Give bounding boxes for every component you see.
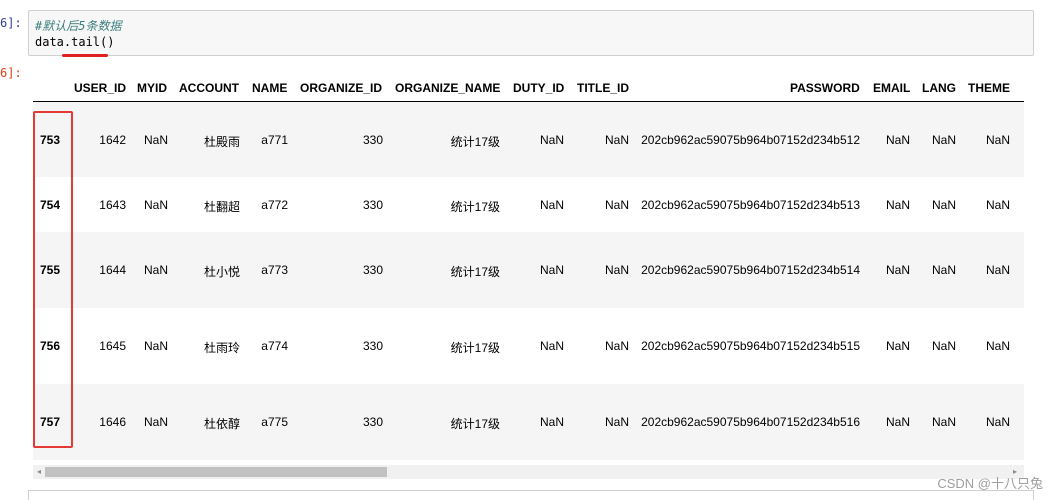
cell-password: 202cb962ac59075b964b07152d234b515 (641, 339, 860, 353)
output-prompt: 6]: (0, 66, 22, 80)
cell-email: NaN (885, 263, 910, 277)
column-header-myid: MYID (137, 81, 167, 95)
code-comment: #默认后5条数据 (35, 19, 122, 33)
cell-account: 杜雨玲 (203, 341, 240, 355)
cell-theme: NaN (985, 339, 1010, 353)
cell-email: NaN (885, 133, 910, 147)
dataframe-output: USER_ID MYID ACCOUNT NAME ORGANIZE_ID OR… (33, 74, 1024, 463)
column-header-organize-name: ORGANIZE_NAME (395, 81, 501, 95)
index-highlight-box (33, 111, 73, 448)
cell-organize-id: 330 (362, 133, 383, 147)
cell-email: NaN (885, 198, 910, 212)
cell-theme: NaN (985, 133, 1010, 147)
cell-theme: NaN (985, 263, 1010, 277)
cell-password: 202cb962ac59075b964b07152d234b516 (641, 415, 860, 429)
cell-name: a774 (261, 339, 288, 353)
column-header-name: NAME (252, 81, 288, 95)
horizontal-scrollbar[interactable]: ◂ ▸ (33, 465, 1024, 479)
cell-organize-id: 330 (362, 198, 383, 212)
cell-myid: NaN (143, 263, 168, 277)
cell-user-id: 1644 (99, 263, 126, 277)
cell-theme: NaN (985, 198, 1010, 212)
code-input-cell[interactable]: #默认后5条数据 data.tail() (28, 10, 1034, 56)
cell-account: 杜翻超 (203, 200, 240, 214)
cell-account: 杜殿雨 (203, 135, 240, 149)
cell-lang: NaN (931, 133, 956, 147)
cell-organize-name: 统计17级 (450, 135, 500, 149)
cell-email: NaN (885, 339, 910, 353)
cell-organize-name: 统计17级 (450, 341, 500, 355)
column-header-account: ACCOUNT (179, 81, 239, 95)
cell-title-id: NaN (604, 198, 629, 212)
column-header-lang: LANG (922, 81, 956, 95)
column-header-organize-id: ORGANIZE_ID (300, 81, 383, 95)
cell-password: 202cb962ac59075b964b07152d234b514 (641, 263, 860, 277)
cell-name: a773 (261, 263, 288, 277)
cell-user-id: 1646 (99, 415, 126, 429)
table-row: 756 1645 NaN 杜雨玲 a774 330 统计17级 NaN NaN … (33, 308, 1024, 384)
cell-theme: NaN (985, 415, 1010, 429)
next-code-cell[interactable] (28, 490, 1034, 500)
column-header-email: EMAIL (873, 81, 911, 95)
cell-user-id: 1645 (99, 339, 126, 353)
cell-account: 杜依醇 (203, 417, 240, 431)
cell-duty-id: NaN (539, 263, 564, 277)
cell-myid: NaN (143, 339, 168, 353)
cell-duty-id: NaN (539, 339, 564, 353)
cell-email: NaN (885, 415, 910, 429)
table-row: 755 1644 NaN 杜小悦 a773 330 统计17级 NaN NaN … (33, 232, 1024, 308)
column-header-password: PASSWORD (790, 81, 860, 95)
cell-organize-name: 统计17级 (450, 200, 500, 214)
cell-myid: NaN (143, 415, 168, 429)
cell-title-id: NaN (604, 263, 629, 277)
table-row: 753 1642 NaN 杜殿雨 a771 330 统计17级 NaN NaN … (33, 102, 1024, 177)
table-row: 754 1643 NaN 杜翻超 a772 330 统计17级 NaN NaN … (33, 177, 1024, 232)
scroll-left-arrow-icon[interactable]: ◂ (33, 465, 45, 479)
column-header-duty-id: DUTY_ID (513, 81, 565, 95)
column-header-theme: THEME (968, 81, 1010, 95)
input-prompt: 6]: (0, 16, 22, 30)
cell-lang: NaN (931, 198, 956, 212)
column-header-user-id: USER_ID (74, 81, 127, 95)
cell-user-id: 1642 (99, 133, 126, 147)
cell-account: 杜小悦 (203, 265, 240, 279)
table-header-row: USER_ID MYID ACCOUNT NAME ORGANIZE_ID OR… (33, 74, 1024, 102)
cell-title-id: NaN (604, 133, 629, 147)
cell-user-id: 1643 (99, 198, 126, 212)
cell-organize-name: 统计17级 (450, 265, 500, 279)
cell-organize-id: 330 (362, 263, 383, 277)
cell-duty-id: NaN (539, 415, 564, 429)
cell-password: 202cb962ac59075b964b07152d234b513 (641, 198, 860, 212)
code-statement: data.tail() (35, 35, 115, 49)
cell-lang: NaN (931, 339, 956, 353)
cell-name: a775 (261, 415, 288, 429)
cell-duty-id: NaN (539, 133, 564, 147)
table-row: 757 1646 NaN 杜依醇 a775 330 统计17级 NaN NaN … (33, 384, 1024, 460)
cell-title-id: NaN (604, 339, 629, 353)
cell-organize-name: 统计17级 (450, 417, 500, 431)
cell-duty-id: NaN (539, 198, 564, 212)
cell-name: a772 (261, 198, 288, 212)
scrollbar-thumb[interactable] (45, 467, 387, 477)
cell-organize-id: 330 (362, 339, 383, 353)
column-header-title-id: TITLE_ID (577, 81, 630, 95)
annotation-underline (62, 54, 108, 57)
cell-organize-id: 330 (362, 415, 383, 429)
cell-name: a771 (261, 133, 288, 147)
cell-title-id: NaN (604, 415, 629, 429)
cell-myid: NaN (143, 133, 168, 147)
cell-password: 202cb962ac59075b964b07152d234b512 (641, 133, 860, 147)
watermark: CSDN @十八只兔 (937, 476, 1043, 491)
cell-lang: NaN (931, 263, 956, 277)
cell-myid: NaN (143, 198, 168, 212)
cell-lang: NaN (931, 415, 956, 429)
